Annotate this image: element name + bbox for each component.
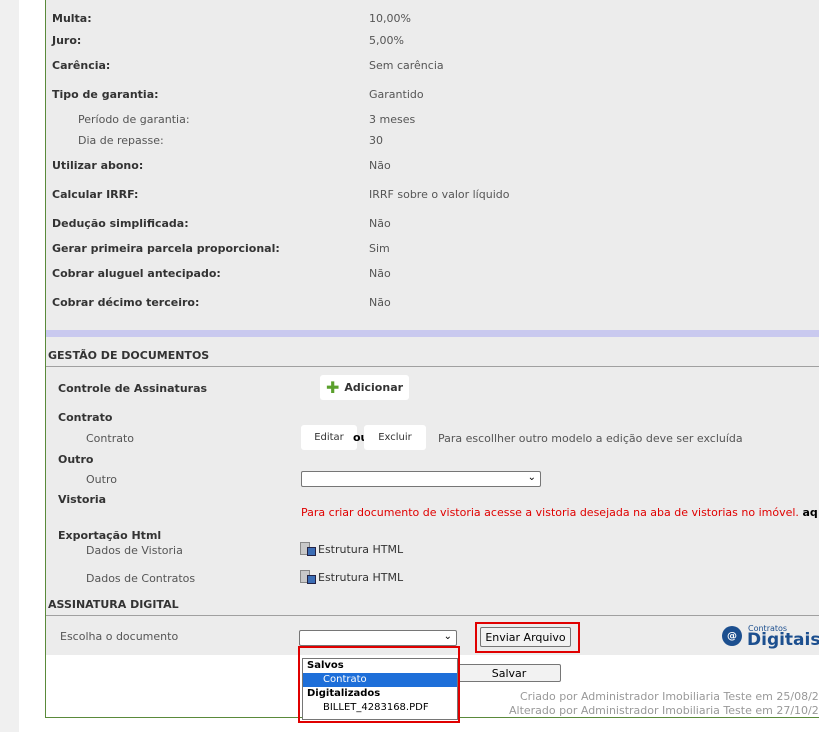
detail-label-deducao: Dedução simplificada:: [52, 217, 189, 230]
detail-value-periodo-garantia: 3 meses: [369, 113, 416, 126]
detail-value-decimo-terceiro: Não: [369, 296, 391, 309]
estrutura-html-contratos-label: Estrutura HTML: [318, 571, 404, 584]
divider: [46, 366, 819, 367]
detail-value-multa: 10,00%: [369, 12, 411, 25]
outro-select[interactable]: ⌄: [301, 471, 541, 487]
chevron-down-icon: ⌄: [443, 631, 452, 642]
dropdown-group-salvos: Salvos: [307, 660, 344, 671]
contrato-note: Para escollher outro modelo a edição dev…: [438, 432, 743, 445]
contrato-sub-label: Contrato: [86, 432, 135, 445]
assinatura-digital-title: ASSINATURA DIGITAL: [48, 598, 179, 611]
detail-label-calcular-irrf: Calcular IRRF:: [52, 188, 139, 201]
detail-value-utilizar-abono: Não: [369, 159, 391, 172]
contratos-digitais-logo-icon: @: [722, 626, 742, 646]
editar-button[interactable]: Editar: [301, 425, 357, 450]
gestao-documentos-title: GESTÃO DE DOCUMENTOS: [48, 349, 210, 362]
criado-por-text: Criado por Administrador Imobiliaria Tes…: [520, 690, 819, 703]
vistoria-link[interactable]: aq: [802, 506, 817, 519]
dropdown-option-billet[interactable]: BILLET_4283168.PDF: [303, 701, 457, 715]
detail-value-juro: 5,00%: [369, 34, 404, 47]
detail-label-multa: Multa:: [52, 12, 92, 25]
document-dropdown-list: Salvos Contrato Digitalizados BILLET_428…: [302, 658, 458, 720]
outro-sub-label: Outro: [86, 473, 117, 486]
detail-label-primeira-parcela: Gerar primeira parcela proporcional:: [52, 242, 280, 255]
detail-label-carencia: Carência:: [52, 59, 111, 72]
left-gutter: [0, 0, 19, 732]
alterado-por-text: Alterado por Administrador Imobiliaria T…: [509, 704, 819, 717]
dados-contratos-label: Dados de Contratos: [86, 572, 196, 585]
html-export-icon: [300, 542, 316, 556]
estrutura-html-vistoria-link[interactable]: Estrutura HTML: [300, 542, 403, 556]
estrutura-html-contratos-link[interactable]: Estrutura HTML: [300, 570, 403, 584]
dropdown-group-digitalizados: Digitalizados: [307, 688, 381, 699]
outro-heading: Outro: [58, 453, 94, 466]
html-export-icon: [300, 570, 316, 584]
detail-value-primeira-parcela: Sim: [369, 242, 390, 255]
detail-label-aluguel-antecipado: Cobrar aluguel antecipado:: [52, 267, 221, 280]
salvar-button[interactable]: Salvar: [457, 664, 561, 682]
vistoria-note: Para criar documento de vistoria acesse …: [301, 506, 799, 519]
detail-value-aluguel-antecipado: Não: [369, 267, 391, 280]
exportacao-heading: Exportação Html: [58, 529, 162, 542]
escolha-documento-label: Escolha o documento: [60, 630, 179, 643]
plus-icon: ✚: [325, 377, 340, 397]
adicionar-button[interactable]: ✚ Adicionar: [320, 375, 409, 400]
vistoria-note-line: Para criar documento de vistoria acesse …: [301, 506, 818, 519]
enviar-arquivo-button[interactable]: Enviar Arquivo: [480, 627, 571, 647]
detail-label-juro: Juro:: [52, 34, 82, 47]
document-select[interactable]: ⌄: [299, 630, 457, 646]
excluir-button[interactable]: Excluir: [364, 425, 426, 450]
estrutura-html-vistoria-label: Estrutura HTML: [318, 543, 404, 556]
logo-big-text: Digitais: [747, 630, 819, 650]
section-separator: [46, 330, 819, 337]
controle-assinaturas-label: Controle de Assinaturas: [58, 382, 208, 395]
contrato-heading: Contrato: [58, 411, 113, 424]
adicionar-label: Adicionar: [344, 381, 404, 394]
detail-label-dia-repasse: Dia de repasse:: [78, 134, 164, 147]
detail-label-periodo-garantia: Período de garantia:: [78, 113, 190, 126]
detail-value-deducao: Não: [369, 217, 391, 230]
chevron-down-icon: ⌄: [527, 472, 536, 483]
dados-vistoria-label: Dados de Vistoria: [86, 544, 183, 557]
detail-value-calcular-irrf: IRRF sobre o valor líquido: [369, 188, 510, 201]
divider: [46, 615, 819, 616]
dropdown-option-contrato[interactable]: Contrato: [303, 673, 457, 687]
detail-value-tipo-garantia: Garantido: [369, 88, 424, 101]
vistoria-heading: Vistoria: [58, 493, 107, 506]
detail-label-utilizar-abono: Utilizar abono:: [52, 159, 144, 172]
detail-value-dia-repasse: 30: [369, 134, 383, 147]
detail-value-carencia: Sem carência: [369, 59, 444, 72]
detail-label-tipo-garantia: Tipo de garantia:: [52, 88, 159, 101]
detail-label-decimo-terceiro: Cobrar décimo terceiro:: [52, 296, 200, 309]
